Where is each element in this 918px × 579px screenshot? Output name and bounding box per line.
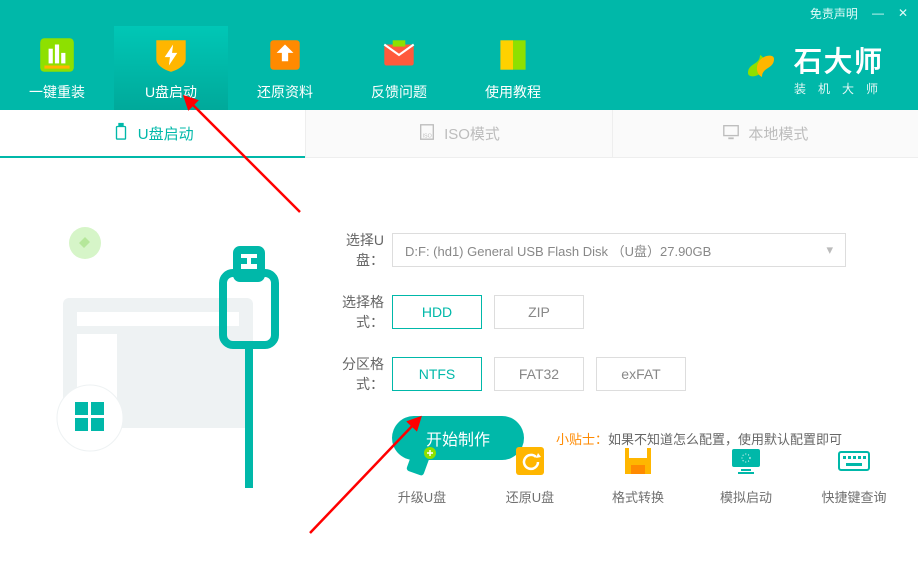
tool-label: 模拟启动 bbox=[720, 487, 772, 506]
format-zip[interactable]: ZIP bbox=[494, 295, 584, 329]
partition-ntfs[interactable]: NTFS bbox=[392, 357, 482, 391]
tool-label: 升级U盘 bbox=[398, 487, 446, 506]
tool-label: 还原U盘 bbox=[506, 487, 554, 506]
nav-feedback[interactable]: 反馈问题 bbox=[342, 26, 456, 110]
envelope-icon bbox=[378, 34, 420, 76]
chevron-down-icon: ▾ bbox=[826, 242, 833, 258]
brand-logo-icon bbox=[738, 43, 784, 94]
nav-label: U盘启动 bbox=[145, 82, 197, 102]
monitor-icon bbox=[722, 123, 740, 145]
usb-drive-select[interactable]: D:F: (hd1) General USB Flash Disk （U盘）27… bbox=[392, 233, 846, 267]
close-button[interactable]: ✕ bbox=[898, 6, 908, 20]
header: 一键重装 U盘启动 还原资料 反馈问题 使用教程 bbox=[0, 26, 918, 110]
format-hdd[interactable]: HDD bbox=[392, 295, 482, 329]
brand: 石大师 装机大师 bbox=[738, 26, 918, 110]
book-icon bbox=[492, 34, 534, 76]
nav-label: 还原资料 bbox=[257, 82, 313, 102]
nav-label: 反馈问题 bbox=[371, 82, 427, 102]
tab-iso-mode[interactable]: ISO ISO模式 bbox=[305, 110, 611, 158]
tab-label: ISO模式 bbox=[444, 123, 500, 144]
nav-reinstall[interactable]: 一键重装 bbox=[0, 26, 114, 110]
usb-icon bbox=[112, 122, 130, 144]
partition-label: 分区格式： bbox=[318, 354, 384, 394]
restore-icon bbox=[512, 443, 548, 479]
nav-tutorial[interactable]: 使用教程 bbox=[456, 26, 570, 110]
disclaimer-link[interactable]: 免责声明 bbox=[810, 5, 858, 22]
select-usb-label: 选择U盘： bbox=[318, 230, 384, 270]
brand-subtitle: 装机大师 bbox=[794, 80, 890, 97]
tool-format-convert[interactable]: 格式转换 bbox=[602, 443, 674, 506]
tab-local-mode[interactable]: 本地模式 bbox=[612, 110, 918, 158]
tool-label: 快捷键查询 bbox=[821, 487, 886, 506]
tool-upgrade-usb[interactable]: 升级U盘 bbox=[386, 443, 458, 506]
mode-tabs: U盘启动 ISO ISO模式 本地模式 bbox=[0, 110, 918, 158]
tab-label: U盘启动 bbox=[138, 123, 194, 144]
tool-restore-usb[interactable]: 还原U盘 bbox=[494, 443, 566, 506]
titlebar: 免责声明 — ✕ bbox=[0, 0, 918, 26]
svg-text:ISO: ISO bbox=[423, 133, 432, 139]
nav-label: 使用教程 bbox=[485, 82, 541, 102]
usb-illustration bbox=[35, 188, 295, 488]
tools-bar: 升级U盘 还原U盘 格式转换 模拟启动 快捷键查询 bbox=[386, 443, 890, 506]
config-form: 选择U盘： D:F: (hd1) General USB Flash Disk … bbox=[318, 230, 878, 460]
partition-exfat[interactable]: exFAT bbox=[596, 357, 686, 391]
tab-label: 本地模式 bbox=[748, 123, 808, 144]
brand-title: 石大师 bbox=[794, 40, 890, 80]
bar-chart-icon bbox=[36, 34, 78, 76]
tab-usb-boot[interactable]: U盘启动 bbox=[0, 110, 305, 158]
monitor-boot-icon bbox=[728, 443, 764, 479]
shield-bolt-icon bbox=[150, 34, 192, 76]
nav-usb-boot[interactable]: U盘启动 bbox=[114, 26, 228, 110]
tool-label: 格式转换 bbox=[612, 487, 664, 506]
nav-restore[interactable]: 还原资料 bbox=[228, 26, 342, 110]
select-value: D:F: (hd1) General USB Flash Disk （U盘）27… bbox=[405, 241, 711, 260]
format-mode-label: 选择格式： bbox=[318, 292, 384, 332]
upload-box-icon bbox=[264, 34, 306, 76]
floppy-icon bbox=[620, 443, 656, 479]
main-nav: 一键重装 U盘启动 还原资料 反馈问题 使用教程 bbox=[0, 26, 570, 110]
usb-upgrade-icon bbox=[404, 443, 440, 479]
keyboard-icon bbox=[836, 443, 872, 479]
iso-file-icon: ISO bbox=[418, 123, 436, 145]
tool-simulate-boot[interactable]: 模拟启动 bbox=[710, 443, 782, 506]
tool-hotkey-query[interactable]: 快捷键查询 bbox=[818, 443, 890, 506]
partition-fat32[interactable]: FAT32 bbox=[494, 357, 584, 391]
minimize-button[interactable]: — bbox=[872, 6, 884, 20]
content-area: 选择U盘： D:F: (hd1) General USB Flash Disk … bbox=[0, 158, 918, 528]
nav-label: 一键重装 bbox=[29, 82, 85, 102]
